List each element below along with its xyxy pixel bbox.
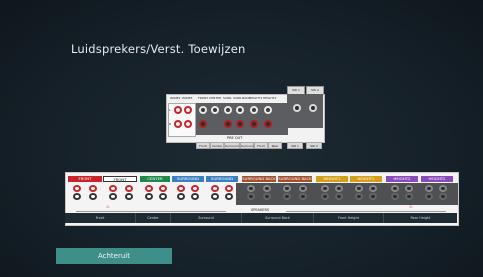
header-height2-r: HEIGHT2 <box>421 176 453 182</box>
tab-center[interactable]: Center <box>136 213 171 223</box>
tab-rear-height[interactable]: Rear Height <box>268 142 282 154</box>
terminal <box>246 185 256 201</box>
tab-surround[interactable]: Surround <box>224 142 240 149</box>
terminal <box>158 185 168 201</box>
front-r-jack <box>199 120 207 128</box>
terminal <box>108 185 118 201</box>
header-surround-back-l: SURROUND BACK <box>242 176 276 182</box>
zone3-r-jack <box>184 120 192 128</box>
pre-out-label: ZONE3 <box>182 96 193 100</box>
terminal <box>404 185 414 201</box>
pre-out-label: ZONE2 <box>170 96 181 100</box>
zone3-l-jack <box>184 106 192 114</box>
subwoofer-block <box>287 94 323 128</box>
sw1-jack <box>293 104 301 112</box>
terminal <box>320 185 330 201</box>
header-height2-l: HEIGHT2 <box>386 176 418 182</box>
terminal <box>334 185 344 201</box>
pre-out-label: SURR.BACK <box>233 96 251 100</box>
terminal <box>176 185 186 201</box>
terminal <box>210 185 220 201</box>
header-height1-l: HEIGHT1 <box>316 176 348 182</box>
pre-out-tabs: Front Center Surround Surround Back Fron… <box>196 142 323 154</box>
sw2-jack <box>309 104 317 112</box>
surrback-r-jack <box>236 120 244 128</box>
pre-out-label: FRONT <box>198 96 209 100</box>
page-title: Luidsprekers/Verst. Toewijzen <box>71 42 246 56</box>
zone2-l-jack <box>174 106 182 114</box>
terminal <box>354 185 364 201</box>
back-button[interactable]: Achteruit <box>56 248 172 264</box>
tab-rear-height[interactable]: Rear Height <box>384 213 457 223</box>
front-l-jack <box>199 106 207 114</box>
tab-sw1[interactable]: SW 1 <box>287 142 303 149</box>
tab-front[interactable]: Front <box>196 142 210 149</box>
tab-front-height[interactable]: Front Height <box>254 142 268 154</box>
speaker-assign-tabs: Front Center Surround Surround Back Fron… <box>65 213 457 223</box>
terminal <box>88 185 98 201</box>
terminal <box>282 185 292 201</box>
channel-l-label: L <box>169 108 171 112</box>
tab-center[interactable]: Center <box>210 142 224 149</box>
pre-out-label: HEIGHT2 <box>263 96 277 100</box>
header-height1-r: HEIGHT1 <box>350 176 382 182</box>
tab-surround[interactable]: Surround <box>171 213 242 223</box>
height2-l-jack <box>264 106 272 114</box>
tab-sw2[interactable]: SW 2 <box>306 142 322 149</box>
screen: Luidsprekers/Verst. Toewijzen ZONE2 ZONE… <box>0 0 483 277</box>
warning-icon: ⚠ <box>409 204 413 209</box>
speakers-caption: SPEAKERS <box>251 208 270 212</box>
terminal <box>144 185 154 201</box>
pre-out-label: SURR. <box>223 96 233 100</box>
subwoofer-panel: SW 1 SW 2 <box>287 86 324 141</box>
terminal <box>438 185 448 201</box>
header-surround-back-r: SURROUND BACK <box>278 176 312 182</box>
terminal <box>424 185 434 201</box>
header-front-r: FRONT <box>103 176 137 182</box>
channel-r-label: R <box>169 122 172 126</box>
terminal <box>262 185 272 201</box>
tab-front[interactable]: Front <box>65 213 136 223</box>
surrback-l-jack <box>236 106 244 114</box>
height2-r-jack <box>264 120 272 128</box>
header-surround-r: SURROUND <box>206 176 238 182</box>
terminal <box>190 185 200 201</box>
tab-surround-back[interactable]: Surround Back <box>242 213 314 223</box>
zone2-r-jack <box>174 120 182 128</box>
pre-out-label: HEIGHT1 <box>249 96 263 100</box>
header-center: CENTER <box>140 176 170 182</box>
tab-front-height[interactable]: Front Height <box>314 213 384 223</box>
terminal <box>72 185 82 201</box>
pre-out-label: CENTER <box>209 96 222 100</box>
terminal <box>368 185 378 201</box>
divider <box>286 211 446 212</box>
height1-r-jack <box>250 120 258 128</box>
center-jack <box>211 106 219 114</box>
terminal <box>390 185 400 201</box>
terminal <box>224 185 234 201</box>
terminal <box>124 185 134 201</box>
header-front-l: FRONT <box>68 176 102 182</box>
terminal <box>298 185 308 201</box>
surr-l-jack <box>224 106 232 114</box>
tab-surround-back[interactable]: Surround Back <box>240 142 255 154</box>
pre-out-caption: PRE OUT <box>227 136 243 140</box>
surr-r-jack <box>224 120 232 128</box>
header-surround-l: SURROUND <box>172 176 204 182</box>
height1-l-jack <box>250 106 258 114</box>
warning-icon: ⚠ <box>106 204 110 209</box>
divider <box>76 211 226 212</box>
